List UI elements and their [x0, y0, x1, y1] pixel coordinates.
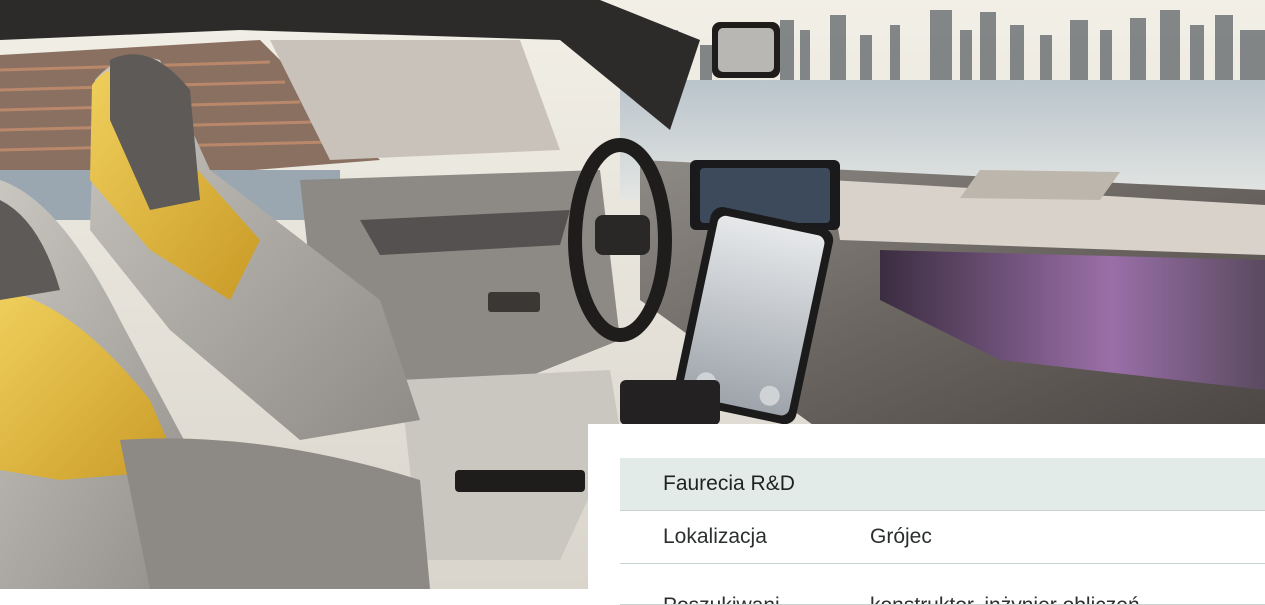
row-label: Poszukiwani — [620, 594, 868, 604]
info-table: Faurecia R&D Lokalizacja Grójec Poszukiw… — [620, 458, 1265, 605]
row-value: konstruktor, inżynier obliczeń — [868, 594, 1140, 604]
table-row: Lokalizacja Grójec — [620, 511, 1265, 564]
row-value: Grójec — [870, 525, 932, 548]
row-label: Lokalizacja — [663, 525, 767, 548]
table-row: Poszukiwani konstruktor, inżynier oblicz… — [620, 564, 1265, 605]
info-card: Faurecia R&D Lokalizacja Grójec Poszukiw… — [588, 424, 1265, 605]
table-header-row: Faurecia R&D — [620, 458, 1265, 511]
table-title: Faurecia R&D — [663, 472, 795, 495]
